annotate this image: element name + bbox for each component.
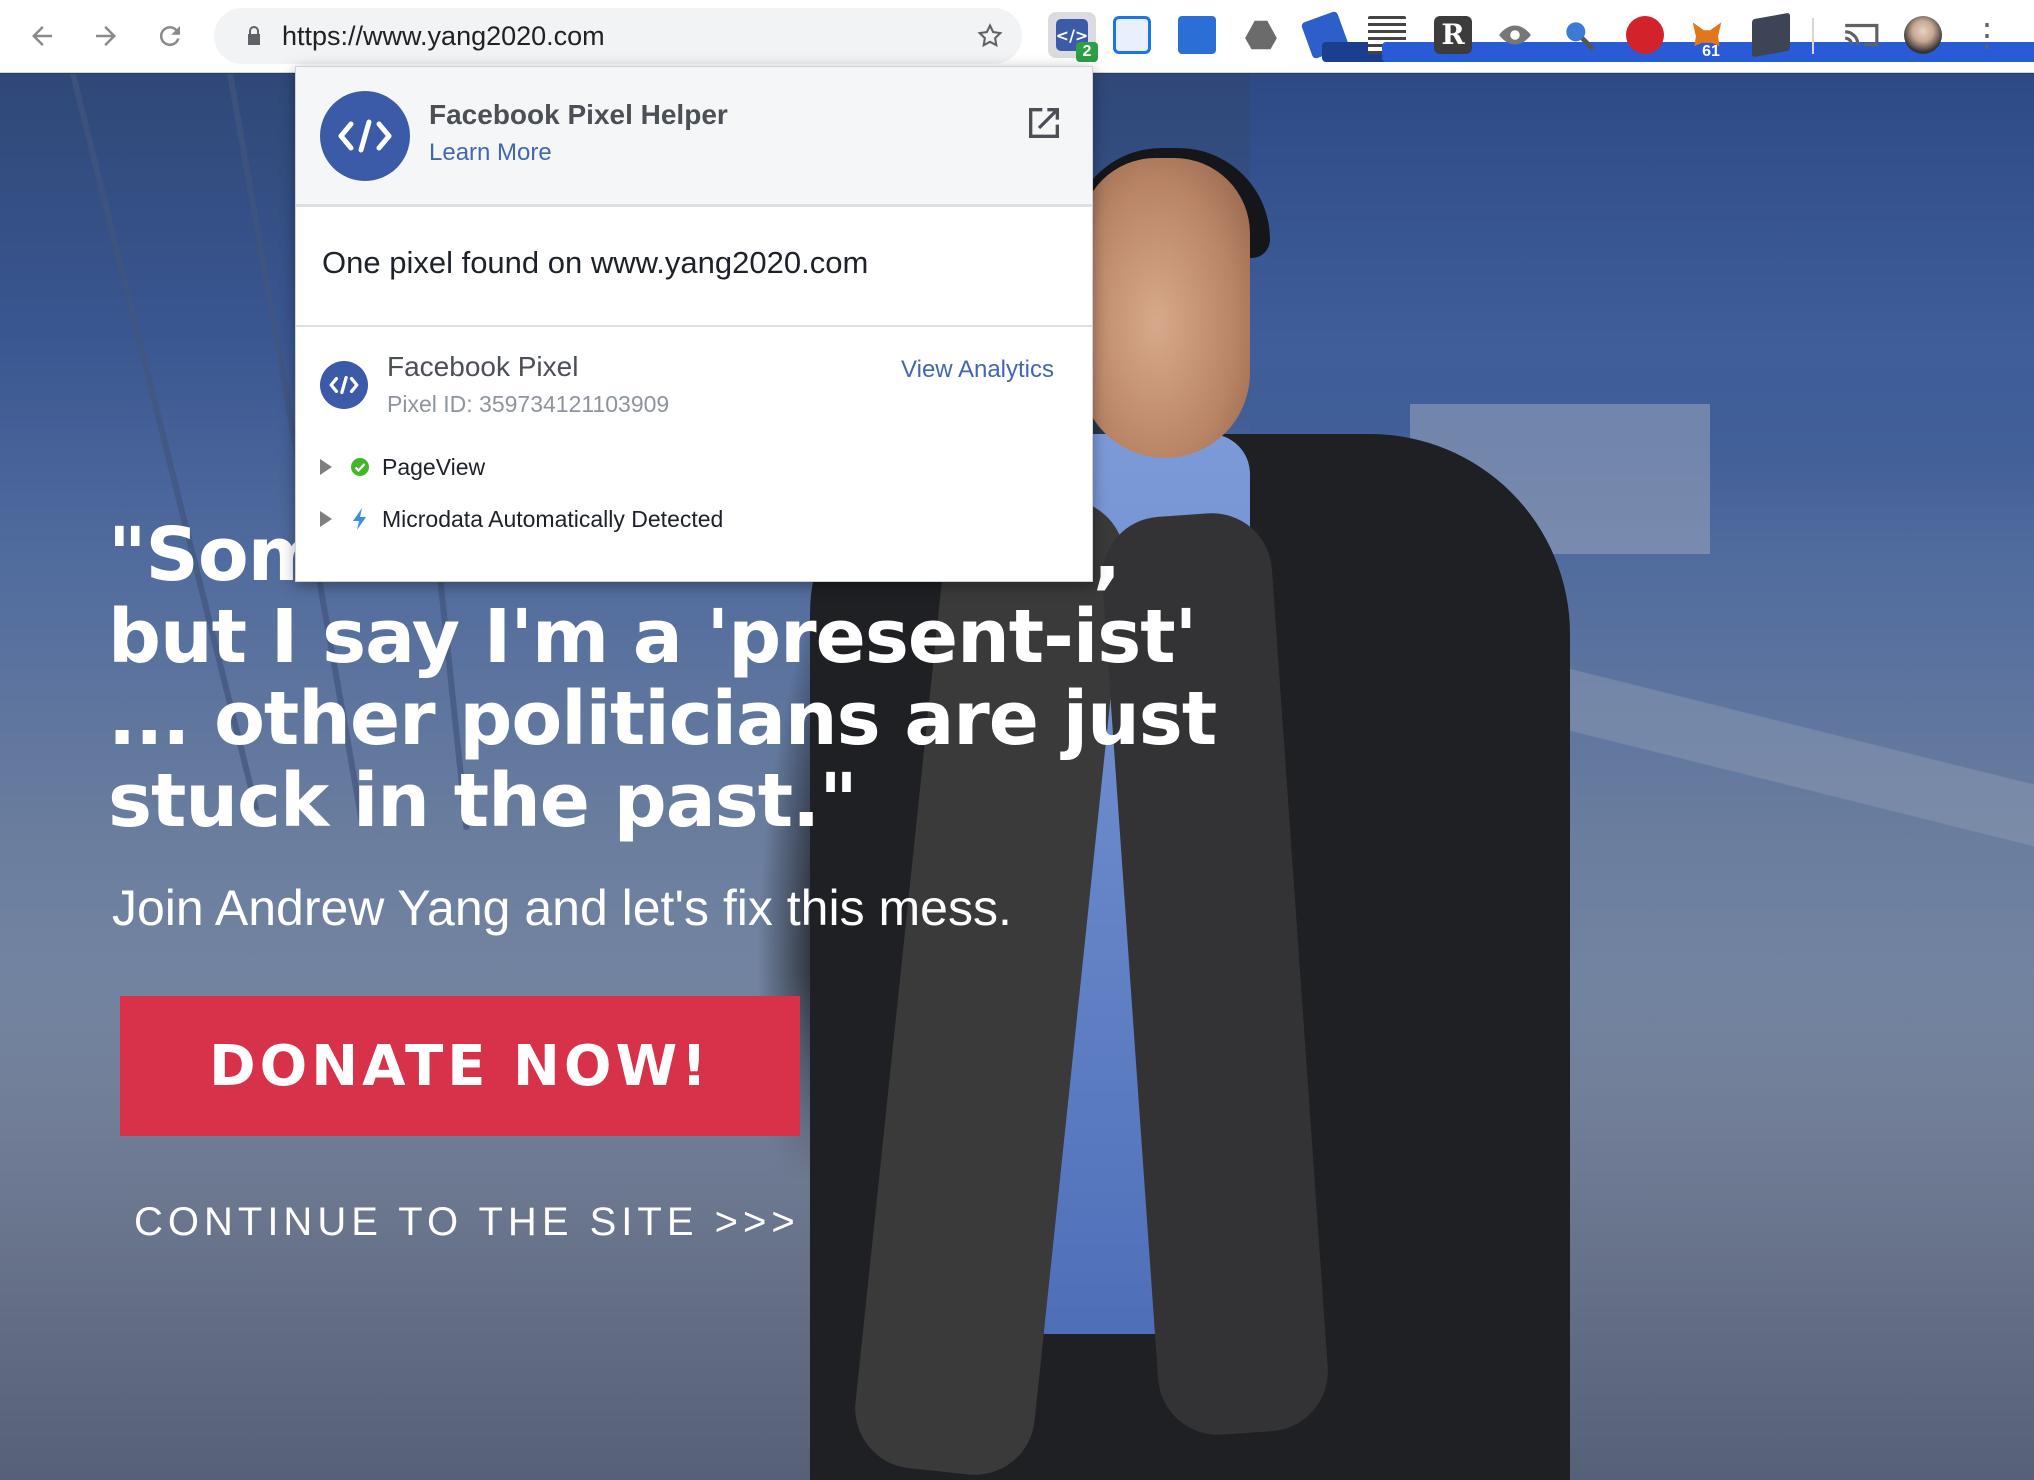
pixel-found-text: One pixel found on www.yang2020.com [322, 245, 869, 280]
window-icon[interactable] [1113, 16, 1151, 54]
pixel-id: Pixel ID: 359734121103909 [387, 391, 670, 417]
bookmark-star-icon[interactable] [976, 22, 1004, 50]
success-check-icon [351, 458, 369, 476]
magnifier-icon[interactable] [1560, 16, 1598, 54]
url-text[interactable]: https://www.yang2020.com [282, 8, 605, 64]
view-analytics-link[interactable]: View Analytics [901, 356, 1054, 384]
address-bar[interactable]: https://www.yang2020.com [214, 8, 1022, 64]
lock-icon [248, 26, 260, 45]
popup-title: Facebook Pixel Helper [429, 99, 728, 130]
headline-line: but I say I'm a 'present-ist' [108, 594, 1197, 680]
event-row-pageview[interactable]: PageView [320, 450, 485, 484]
forward-arrow-icon [96, 26, 116, 46]
popup-header: Facebook Pixel Helper Learn More [296, 67, 1092, 207]
pixel-helper-logo-icon [320, 91, 410, 181]
person-face [1080, 158, 1250, 458]
open-external-icon[interactable] [1024, 103, 1064, 143]
screen-share-icon[interactable] [1178, 16, 1216, 54]
google-drive-icon[interactable] [1242, 16, 1280, 54]
profile-avatar-icon[interactable] [1904, 16, 1942, 54]
event-row-microdata[interactable]: Microdata Automatically Detected [320, 502, 723, 536]
headline-line: ... other politicians are just [108, 676, 1217, 762]
blocked-icon[interactable] [1626, 16, 1664, 54]
expand-caret-icon[interactable] [320, 459, 332, 475]
back-arrow-icon [32, 26, 52, 46]
lightning-bolt-icon [353, 508, 366, 530]
forward-button[interactable] [84, 14, 128, 58]
toolbar-divider [1812, 18, 1814, 54]
pixel-name: Facebook Pixel [387, 351, 579, 382]
pixel-helper-popup: Facebook Pixel Helper Learn More One pix… [295, 66, 1093, 582]
learn-more-link[interactable]: Learn More [429, 139, 552, 167]
pixel-logo-icon [320, 361, 368, 409]
donate-button[interactable]: DONATE NOW! [120, 996, 800, 1136]
back-button[interactable] [20, 14, 64, 58]
headline-line: stuck in the past." [108, 758, 858, 844]
cast-icon[interactable] [1842, 16, 1880, 54]
reload-icon [159, 26, 180, 47]
extension-badge: 2 [1076, 42, 1098, 62]
eye-icon[interactable] [1496, 16, 1534, 54]
pixel-found-summary: One pixel found on www.yang2020.com [296, 207, 1092, 327]
readability-r-icon[interactable]: R [1434, 16, 1472, 54]
more-vert-icon[interactable]: ⋮ [1968, 16, 2006, 54]
reload-button[interactable] [148, 14, 192, 58]
note-icon[interactable] [1752, 12, 1790, 58]
expand-caret-icon[interactable] [320, 511, 332, 527]
browser-toolbar: https://www.yang2020.com </> 2 61 61 R ⋮ [0, 0, 2034, 73]
event-label: PageView [382, 453, 486, 480]
metamask-fox-icon[interactable] [1688, 16, 1726, 54]
facebook-pixel-helper-extension[interactable]: </> 2 [1048, 12, 1098, 62]
hero-subheading: Join Andrew Yang and let's fix this mess… [112, 880, 1012, 936]
event-label: Microdata Automatically Detected [382, 505, 724, 532]
continue-to-site-link[interactable]: CONTINUE TO THE SITE >>> [134, 1200, 800, 1245]
